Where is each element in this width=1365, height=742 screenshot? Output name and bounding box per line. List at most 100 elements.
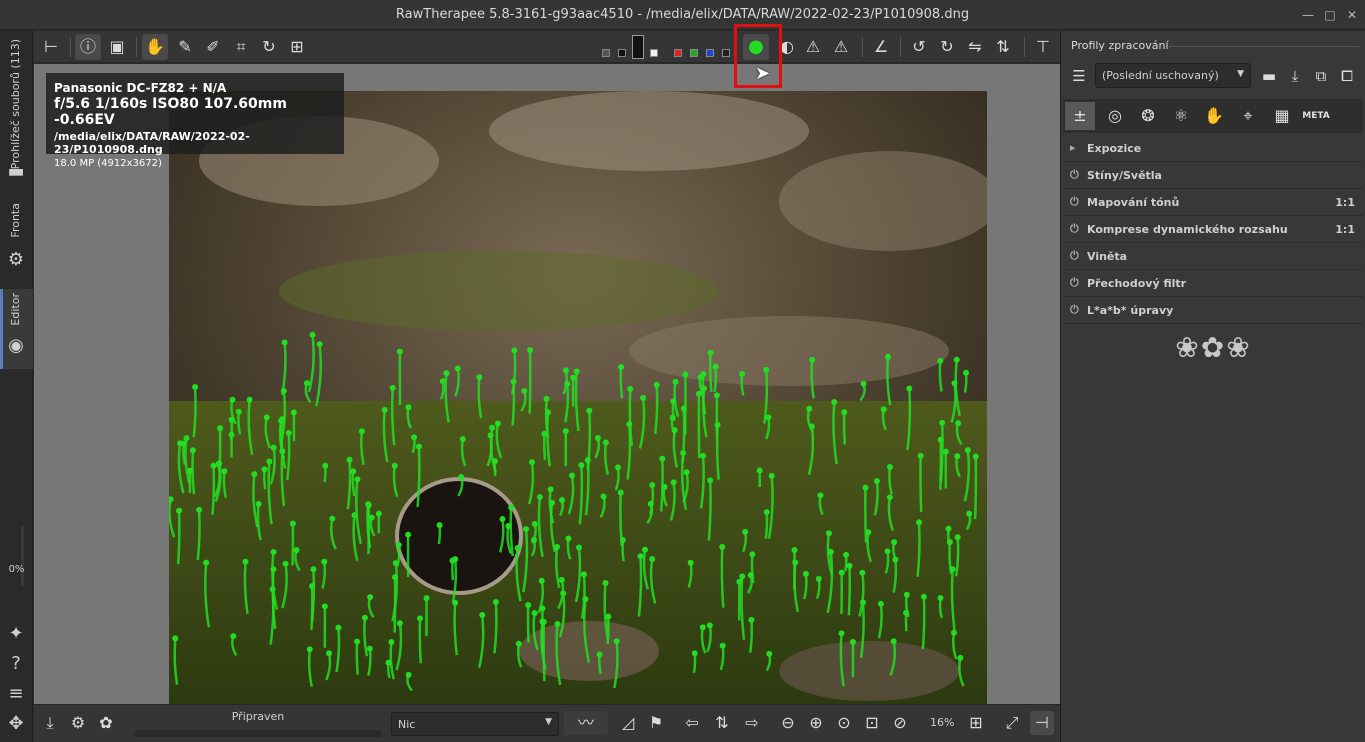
hide-right-panel-icon[interactable]: ⊣ <box>1030 711 1054 735</box>
bg-color-black[interactable] <box>618 49 626 57</box>
copy-profile-icon[interactable]: ⧉ <box>1309 65 1333 87</box>
hide-toolbar-icon[interactable]: ⊤ <box>1030 34 1056 60</box>
zoom-100-icon[interactable]: ⊘ <box>888 711 912 735</box>
power-icon[interactable]: ⏻ <box>1070 249 1079 263</box>
preview-mode-select[interactable]: Nic ▼ <box>391 712 559 736</box>
folder-icon[interactable]: ▬ <box>5 161 27 183</box>
fullscreen-icon[interactable]: ⤢ <box>1000 711 1024 735</box>
left-tab-strip: Prohlížeč souborů (113) ▬ Fronta ⚙ Edito… <box>0 31 33 742</box>
gears-icon[interactable]: ⚙ <box>5 249 27 271</box>
zoom-fit-crop-icon[interactable]: ⊡ <box>860 711 884 735</box>
hand-tool-icon[interactable]: ✋ <box>142 34 168 60</box>
zoom-fit-icon[interactable]: ⊙ <box>832 711 856 735</box>
tab-raw-icon[interactable]: ▦ <box>1267 102 1297 130</box>
tab-local-icon[interactable]: ✋ <box>1199 102 1229 130</box>
tab-exposure-icon[interactable]: ± <box>1065 102 1095 130</box>
perspective-icon[interactable]: ⊞ <box>284 34 310 60</box>
minimize-icon[interactable]: — <box>1300 7 1316 23</box>
channel-blue[interactable] <box>706 49 714 57</box>
rotate-left-icon[interactable]: ↺ <box>906 34 932 60</box>
profile-select[interactable]: (Poslední uschovaný) ▼ <box>1095 63 1251 88</box>
color-picker-icon[interactable]: ✐ <box>200 34 226 60</box>
flip-horizontal-icon[interactable]: ⇋ <box>962 34 988 60</box>
tool-row[interactable]: ⏻ L*a*b* úpravy <box>1063 297 1363 324</box>
next-image-icon[interactable]: ⇨ <box>740 711 764 735</box>
tab-meta[interactable]: META <box>1301 102 1331 130</box>
profile-list-icon[interactable]: ☰ <box>1067 65 1091 87</box>
power-icon[interactable]: ⏻ <box>1070 222 1079 236</box>
tool-row[interactable]: ⏻ Stíny/Světla <box>1063 162 1363 189</box>
toolbar-separator <box>1024 37 1025 57</box>
tool-label: Komprese dynamického rozsahu <box>1087 223 1288 236</box>
focus-mask-icon[interactable]: ● <box>743 34 769 60</box>
expand-icon[interactable]: ▸ <box>1070 141 1076 154</box>
sliders-icon[interactable]: ≡ <box>5 683 27 705</box>
maximize-icon[interactable]: □ <box>1322 7 1338 23</box>
power-icon[interactable]: ⏻ <box>1070 303 1079 317</box>
tool-row[interactable]: ⏻ Viněta <box>1063 243 1363 270</box>
toolbar-separator <box>900 37 901 57</box>
add-icon[interactable]: ✦ <box>5 623 27 645</box>
tool-row[interactable]: ⏻ Přechodový filtr <box>1063 270 1363 297</box>
channel-luminance[interactable] <box>722 49 730 57</box>
straighten-tool-icon[interactable]: ◿ <box>616 711 640 735</box>
right-panel: Profily zpracování ☰ (Poslední uschovaný… <box>1060 31 1365 742</box>
send-to-queue-icon[interactable]: ⚙ <box>66 711 90 735</box>
tab-transform-icon[interactable]: ⌖ <box>1233 102 1263 130</box>
bottom-toolbar: ⤓ ⚙ ✿ Připraven Nic ▼ 〰 ◿ ⚑ ⇦ ⇅ ⇨ ⊖ ⊕ ⊙ … <box>34 704 1060 742</box>
clipped-shadow-icon[interactable]: ◐ <box>774 34 800 60</box>
previous-image-icon[interactable]: ⇦ <box>680 711 704 735</box>
power-icon[interactable]: ⏻ <box>1070 168 1079 182</box>
bg-color-slider[interactable] <box>632 35 644 59</box>
white-balance-picker-icon[interactable]: ✎ <box>172 34 198 60</box>
external-editor-icon[interactable]: ✿ <box>94 711 118 735</box>
tool-row[interactable]: ⏻ Komprese dynamického rozsahu 1:1 <box>1063 216 1363 243</box>
info-icon[interactable]: ⓘ <box>75 34 101 60</box>
zoom-in-icon[interactable]: ⊕ <box>804 711 828 735</box>
bg-color-white[interactable] <box>650 49 658 57</box>
tab-editor[interactable]: Editor ◉ <box>0 289 33 369</box>
bg-color-grey[interactable] <box>602 49 610 57</box>
sync-icon[interactable]: ⇅ <box>710 711 734 735</box>
photo-preview[interactable] <box>169 91 987 704</box>
tool-row[interactable]: ▸ Expozice <box>1063 135 1363 162</box>
shadow-warning-icon[interactable]: ⚠ <box>828 34 854 60</box>
power-icon[interactable]: ⏻ <box>1070 276 1079 290</box>
open-profile-icon[interactable]: ▬ <box>1257 65 1281 87</box>
prev-processed-icon[interactable]: ⚑ <box>644 711 668 735</box>
paste-profile-icon[interactable]: ⧠ <box>1335 65 1359 87</box>
profiles-title: Profily zpracování <box>1071 39 1169 52</box>
tool-label: Stíny/Světla <box>1087 169 1162 182</box>
image-canvas[interactable]: Panasonic DC-FZ82 + N/A f/5.6 1/160s ISO… <box>34 64 1060 704</box>
tool-row[interactable]: ⏻ Mapování tónů 1:1 <box>1063 189 1363 216</box>
hide-history-icon[interactable]: ⊢ <box>38 34 64 60</box>
toolbar-separator <box>70 37 71 57</box>
straighten-angle-icon[interactable]: ∠ <box>868 34 894 60</box>
new-detail-window-icon[interactable]: ⊞ <box>964 711 988 735</box>
tab-detail-icon[interactable]: ◎ <box>1100 102 1130 130</box>
chevron-down-icon: ▼ <box>1237 69 1244 79</box>
tab-queue[interactable]: Fronta <box>0 199 33 243</box>
save-profile-icon[interactable]: ⤓ <box>1283 65 1307 87</box>
power-icon[interactable]: ⏻ <box>1070 195 1079 209</box>
tool-scale-label: 1:1 <box>1335 196 1355 209</box>
help-icon[interactable]: ? <box>5 653 27 675</box>
close-icon[interactable]: ✕ <box>1344 7 1360 23</box>
tab-color-icon[interactable]: ❂ <box>1133 102 1163 130</box>
curve-select[interactable]: 〰 <box>564 711 608 735</box>
tab-advanced-icon[interactable]: ⚛ <box>1166 102 1196 130</box>
flip-vertical-icon[interactable]: ⇅ <box>990 34 1016 60</box>
camera-label: Panasonic DC-FZ82 + N/A <box>54 81 227 95</box>
channel-green[interactable] <box>690 49 698 57</box>
channel-red[interactable] <box>674 49 682 57</box>
before-after-icon[interactable]: ▣ <box>104 34 130 60</box>
rotate-right-icon[interactable]: ↻ <box>934 34 960 60</box>
highlight-warning-icon[interactable]: ⚠ <box>800 34 826 60</box>
save-icon[interactable]: ⤓ <box>38 711 62 735</box>
zoom-value: 16% <box>930 716 955 729</box>
straighten-icon[interactable]: ↻ <box>256 34 282 60</box>
tab-file-browser[interactable]: Prohlížeč souborů (113) <box>0 35 33 169</box>
crop-icon[interactable]: ⌗ <box>228 34 254 60</box>
zoom-out-icon[interactable]: ⊖ <box>776 711 800 735</box>
move-icon[interactable]: ✥ <box>5 713 27 735</box>
